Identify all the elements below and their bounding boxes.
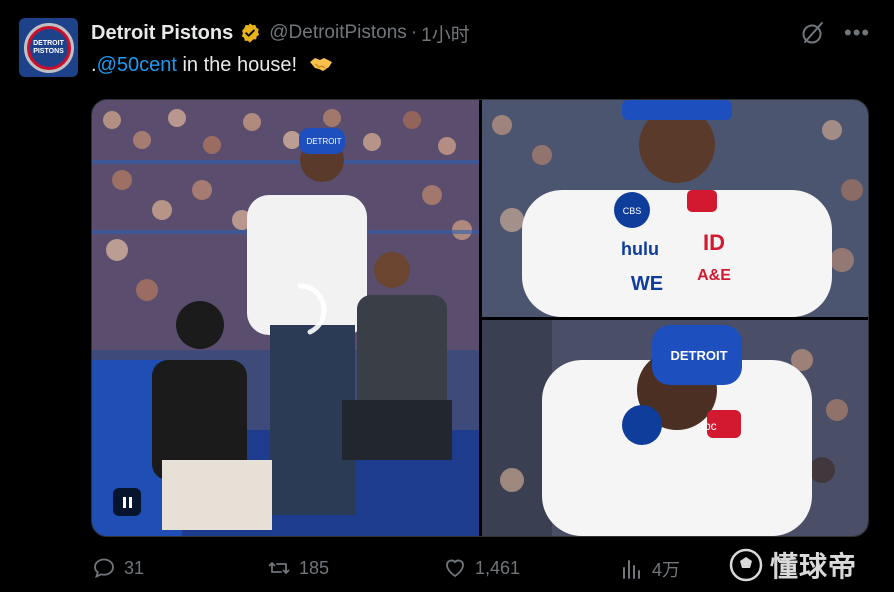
header-separator: ·	[410, 22, 418, 43]
reply-icon	[94, 558, 114, 579]
tweet-text-body: in the house!	[176, 54, 298, 76]
mention-link[interactable]: @50cent	[97, 54, 177, 76]
heart-icon	[446, 559, 464, 577]
account-handle[interactable]: @DetroitPistons	[269, 22, 407, 44]
like-count: 1,461	[475, 557, 521, 578]
ae-logo: A&E	[697, 267, 731, 284]
like-button[interactable]: 1,461	[443, 556, 520, 580]
crowd-photo-3: DETROIT abc	[482, 320, 868, 536]
pause-button[interactable]	[113, 488, 141, 516]
tweet-header: Detroit Pistons @DetroitPistons · 1小时	[91, 20, 470, 46]
crowd-photo-2: CBS hulu WE ID A&E	[482, 100, 868, 317]
pistons-logo-text: DETROIT PISTONS	[29, 28, 68, 67]
we-logo: WE	[631, 273, 663, 295]
hulu-logo: hulu	[621, 239, 659, 259]
verified-badge-icon[interactable]	[239, 22, 261, 44]
views-button[interactable]: 4万	[620, 556, 680, 582]
loading-spinner-icon	[297, 283, 327, 335]
soccer-ball-icon	[729, 548, 763, 582]
repost-count: 185	[299, 557, 330, 578]
more-options-icon[interactable]: •••	[844, 20, 870, 46]
media-photo-2[interactable]: CBS hulu WE ID A&E	[482, 100, 868, 317]
views-count: 4万	[652, 560, 681, 580]
repost-button[interactable]: 185	[267, 556, 329, 580]
grok-icon[interactable]	[800, 20, 826, 46]
reply-count: 31	[124, 557, 145, 578]
watermark-text: 懂球帝	[770, 551, 858, 582]
cbs-logo: CBS	[623, 206, 642, 216]
hat-text: DETROIT	[670, 348, 727, 363]
tweet-top-actions: •••	[800, 20, 870, 46]
pause-bar-right-icon	[128, 496, 132, 508]
tweet-timestamp[interactable]: 1小时	[421, 20, 470, 47]
account-avatar[interactable]: DETROIT PISTONS	[19, 18, 78, 77]
handshake-emoji-icon	[309, 58, 332, 71]
svg-text:DETROIT: DETROIT	[306, 137, 341, 146]
abc-logo: abc	[697, 419, 716, 433]
tweet-text: .@50cent in the house!	[91, 54, 333, 77]
id-logo: ID	[703, 230, 725, 255]
display-name[interactable]: Detroit Pistons	[91, 22, 233, 45]
views-chart-icon	[623, 560, 640, 579]
media-photo-3[interactable]: DETROIT abc	[482, 320, 868, 536]
repost-icon	[268, 562, 290, 574]
watermark: 懂球帝	[728, 545, 857, 585]
pistons-logo-ring: DETROIT PISTONS	[23, 22, 74, 73]
pause-bar-left-icon	[122, 496, 126, 508]
tweet-media-grid[interactable]: DETROIT CBS hulu WE ID A&E DETROIT abc	[91, 99, 869, 537]
reply-button[interactable]: 31	[92, 556, 144, 580]
